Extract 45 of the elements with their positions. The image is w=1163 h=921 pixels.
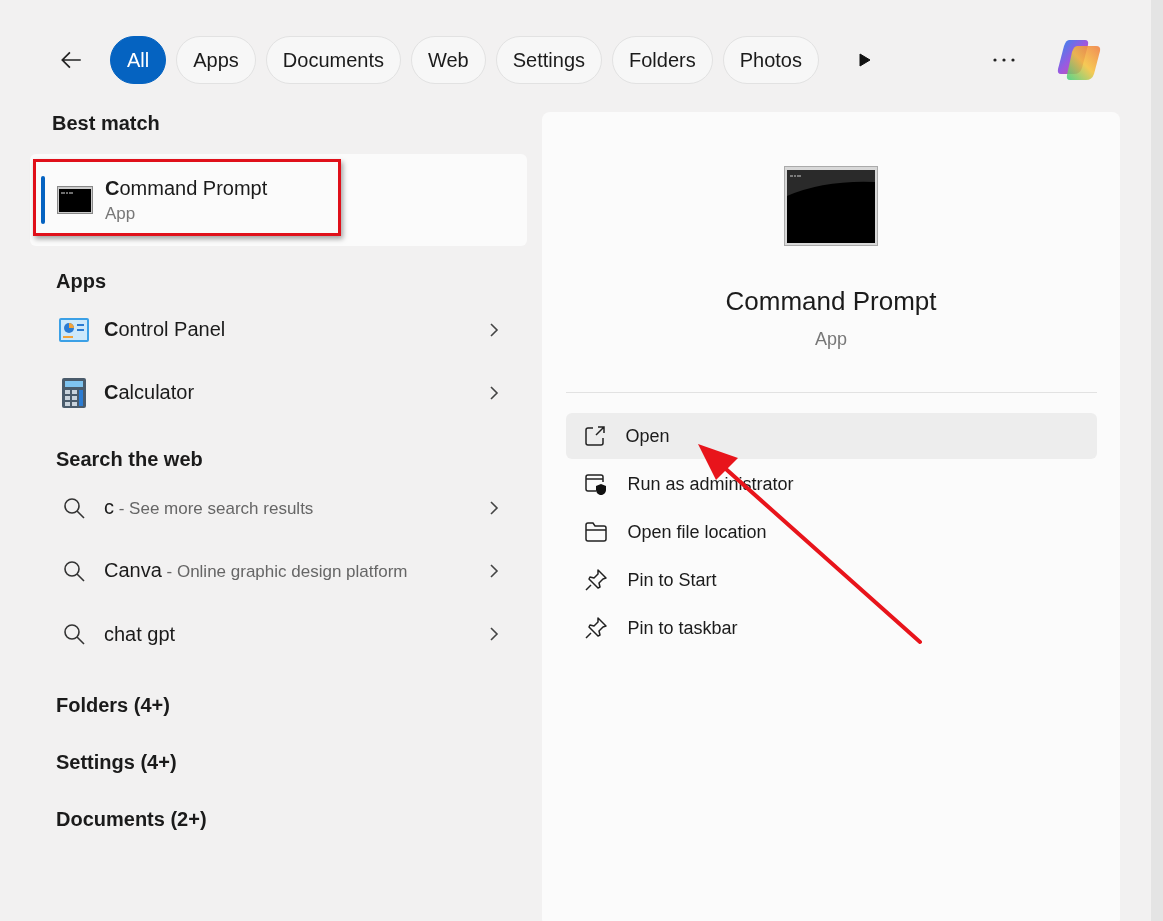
section-heading: Apps	[55, 269, 107, 294]
section-heading[interactable]: Documents (2+)	[30, 802, 527, 836]
filter-tab[interactable]: Apps	[176, 36, 256, 84]
pin-icon	[583, 616, 608, 640]
action-item[interactable]: Open file location	[565, 509, 1097, 555]
action-item[interactable]: Pin to Start	[565, 557, 1097, 603]
terminal-icon	[57, 186, 93, 214]
filter-tab[interactable]: Photos	[722, 36, 819, 84]
chevron-right-icon[interactable]	[489, 499, 499, 516]
folder-icon	[583, 521, 608, 543]
app-name: Command Prompt	[105, 176, 268, 200]
action-item[interactable]: Open	[565, 413, 1097, 459]
app-name[interactable]: Calculator	[104, 381, 475, 404]
section-heading: Search the web	[55, 447, 204, 472]
search-query[interactable]: chat gpt	[104, 622, 176, 645]
chevron-right-icon[interactable]	[489, 321, 499, 338]
filter-tab[interactable]: Folders	[612, 36, 713, 84]
app-type: App	[105, 203, 137, 224]
best-match-item[interactable]: Command Prompt App	[30, 154, 527, 246]
app-title: Command Prompt	[725, 286, 937, 317]
pin-icon	[583, 568, 608, 592]
search-description: - See more search results	[117, 498, 314, 518]
action-item[interactable]: Pin to taskbar	[565, 605, 1097, 651]
app-name[interactable]: Control Panel	[104, 318, 475, 341]
chevron-right-icon[interactable]	[489, 625, 499, 642]
terminal-icon	[784, 166, 878, 246]
filter-tab[interactable]: Documents	[265, 36, 401, 84]
more-options-icon[interactable]	[993, 58, 1015, 62]
search-query[interactable]: c	[104, 495, 114, 518]
control-panel-icon	[58, 315, 90, 344]
section-heading: Best match	[51, 111, 161, 136]
chevron-right-icon[interactable]	[489, 562, 499, 579]
filter-tab[interactable]: Settings	[495, 36, 602, 84]
window-shield-icon	[583, 472, 608, 496]
search-description: - Online graphic design platform	[165, 561, 408, 581]
filter-tab[interactable]: Web	[411, 36, 486, 84]
external-link-icon	[583, 425, 606, 447]
chevron-right-icon[interactable]	[489, 384, 499, 401]
app-type: App	[815, 329, 847, 350]
section-heading[interactable]: Settings (4+)	[30, 745, 527, 779]
filter-tab[interactable]: All	[110, 36, 167, 84]
copilot-logo-icon[interactable]	[1055, 38, 1103, 82]
search-query[interactable]: Canva	[104, 558, 162, 581]
play-icon[interactable]	[859, 53, 871, 67]
section-heading[interactable]: Folders (4+)	[30, 688, 527, 722]
